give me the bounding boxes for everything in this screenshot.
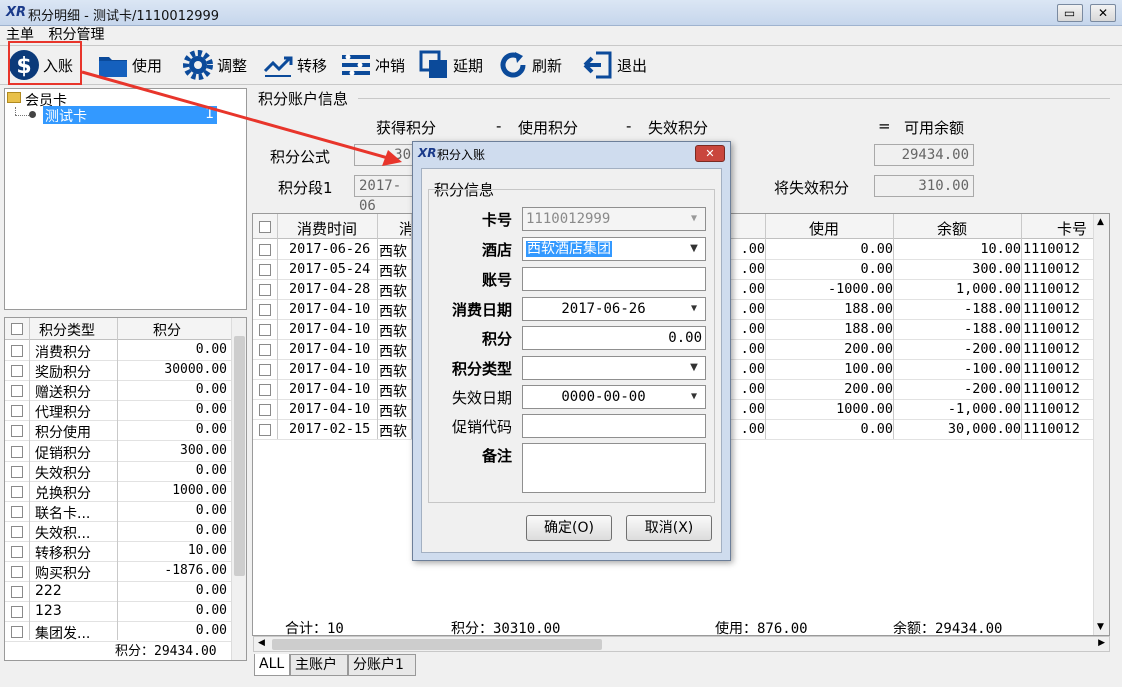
expire-date-label: 失效日期 <box>451 389 512 407</box>
chevron-down-icon: ▼ <box>690 362 698 373</box>
dialog-close-button[interactable]: ✕ <box>695 145 725 162</box>
dialog-title: 积分入账 <box>437 148 486 162</box>
card-no-field[interactable]: 1110012999 ▼ <box>522 207 706 231</box>
dialog-title-bar: XR 积分入账 ✕ <box>413 142 730 166</box>
points-label: 积分 <box>481 330 512 348</box>
account-label: 账号 <box>481 271 512 289</box>
dialog-body: 积分信息 卡号 1110012999 ▼ 酒店 西软酒店集团 ▼ 账号 消费日期… <box>421 168 722 553</box>
account-input[interactable] <box>522 267 706 291</box>
remark-textarea[interactable] <box>522 443 706 493</box>
hotel-value: 西软酒店集团 <box>526 241 612 257</box>
card-no-label: 卡号 <box>481 211 512 229</box>
consume-date-label: 消费日期 <box>451 301 512 319</box>
card-no-value: 1110012999 <box>526 211 611 227</box>
expire-date-value: 0000-00-00 <box>561 389 646 405</box>
hotel-select[interactable]: 西软酒店集团 ▼ <box>522 237 706 261</box>
remark-label: 备注 <box>481 447 512 465</box>
consume-date-value: 2017-06-26 <box>561 301 646 317</box>
points-type-select[interactable]: ▼ <box>522 356 706 380</box>
chevron-down-icon: ▼ <box>690 391 698 402</box>
ok-button[interactable]: 确定(O) <box>526 515 612 541</box>
hotel-label: 酒店 <box>481 241 512 259</box>
post-points-dialog: XR 积分入账 ✕ 积分信息 卡号 1110012999 ▼ 酒店 西软酒店集团… <box>412 141 731 561</box>
promo-code-label: 促销代码 <box>451 418 512 436</box>
chevron-down-icon: ▼ <box>690 213 698 224</box>
promo-code-input[interactable] <box>522 414 706 438</box>
dialog-logo-icon: XR <box>418 146 437 160</box>
points-input[interactable]: 0.00 <box>522 326 706 350</box>
consume-date-picker[interactable]: 2017-06-26 ▼ <box>522 297 706 321</box>
expire-date-picker[interactable]: 0000-00-00 ▼ <box>522 385 706 409</box>
points-type-label: 积分类型 <box>451 360 512 378</box>
chevron-down-icon: ▼ <box>690 303 698 314</box>
chevron-down-icon: ▼ <box>690 243 698 254</box>
cancel-button[interactable]: 取消(X) <box>626 515 712 541</box>
